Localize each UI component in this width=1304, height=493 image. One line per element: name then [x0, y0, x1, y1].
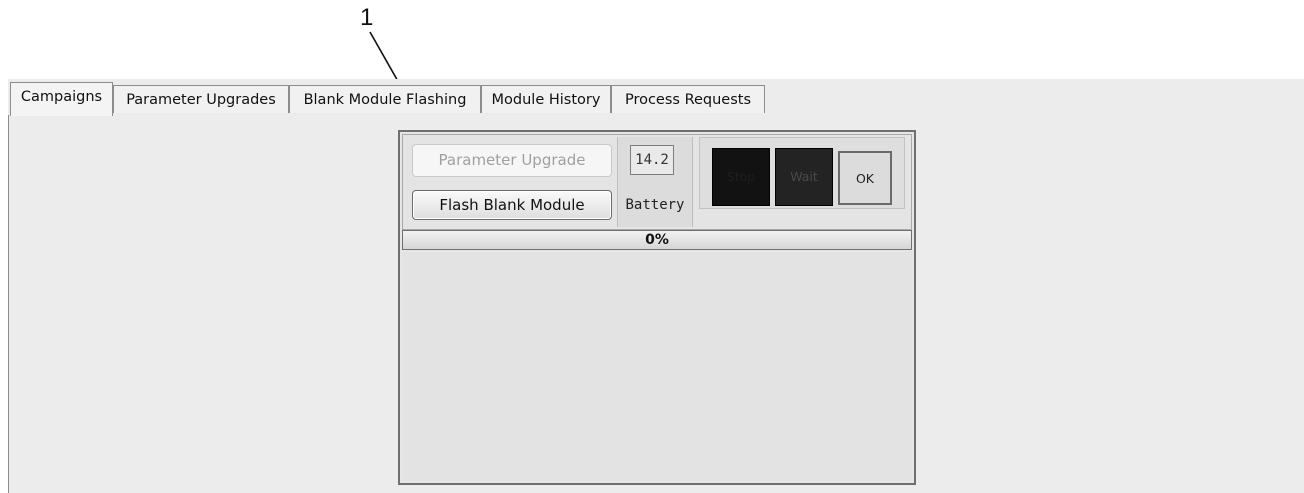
status-stop-light: Stop	[712, 148, 770, 206]
flash-panel: Parameter Upgrade Flash Blank Module 14.…	[398, 130, 916, 485]
controls-area: Parameter Upgrade Flash Blank Module 14.…	[402, 134, 912, 230]
progress-bar: 0%	[402, 230, 912, 250]
callout-number: 1	[360, 4, 374, 31]
battery-voltage: 14.2	[630, 145, 674, 175]
battery-indicator: 14.2 Battery	[617, 137, 693, 227]
screenshot-stage: 1 Campaigns Parameter Upgrades Blank Mod…	[0, 0, 1304, 493]
tab-strip: Campaigns Parameter Upgrades Blank Modul…	[8, 79, 1304, 116]
battery-label: Battery	[625, 197, 685, 213]
flash-log-area	[402, 252, 912, 481]
progress-text: 0%	[645, 232, 669, 248]
status-wait-light: Wait	[775, 148, 833, 206]
tab-blank-module-flashing[interactable]: Blank Module Flashing	[289, 85, 481, 113]
tab-module-history[interactable]: Module History	[481, 85, 611, 113]
tab-process-requests[interactable]: Process Requests	[611, 85, 765, 113]
parameter-upgrade-button[interactable]: Parameter Upgrade	[412, 144, 612, 177]
flash-blank-module-button[interactable]: Flash Blank Module	[412, 190, 612, 220]
status-ok-light: OK	[838, 151, 892, 205]
tab-parameter-upgrades[interactable]: Parameter Upgrades	[113, 85, 289, 113]
tab-campaigns[interactable]: Campaigns	[10, 82, 113, 116]
status-lights: Stop Wait OK	[699, 137, 905, 209]
